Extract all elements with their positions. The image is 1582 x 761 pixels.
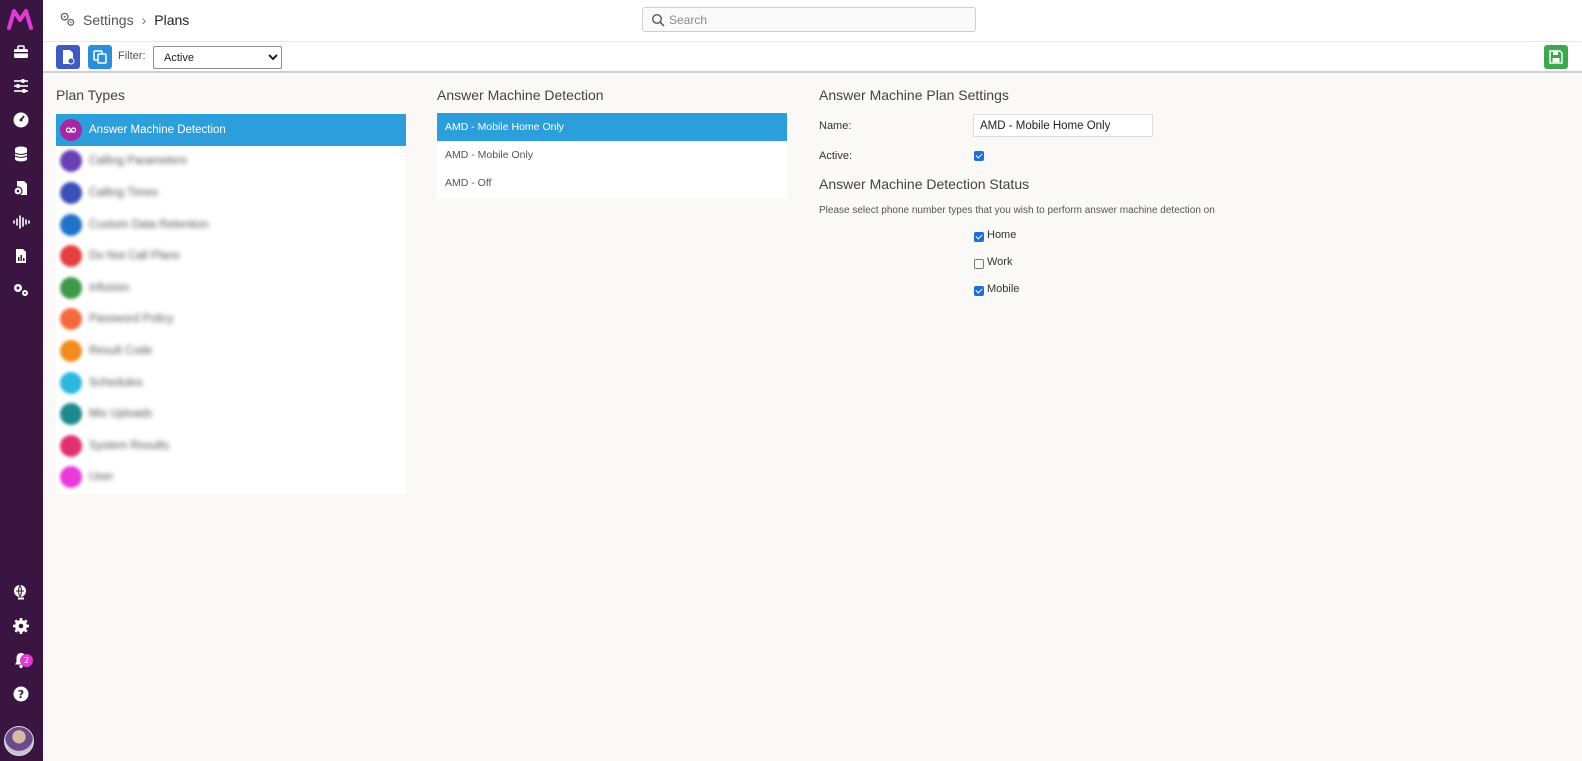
plan-type-label: Custom Data Retention	[89, 218, 209, 231]
toolbox-icon[interactable]	[10, 41, 32, 63]
home-checkbox[interactable]	[974, 232, 984, 242]
search-input[interactable]	[669, 11, 969, 29]
plan-type-label: User	[89, 471, 114, 484]
report-chart-icon[interactable]	[10, 245, 32, 267]
plan-type-label: Answer Machine Detection	[89, 123, 226, 136]
plan-type-label: Mix Uploads	[89, 408, 153, 421]
document-settings-icon[interactable]	[10, 177, 32, 199]
svg-text:?: ?	[18, 688, 24, 701]
plan-name-field[interactable]	[973, 114, 1153, 137]
plan-type-item[interactable]: Schedules	[56, 367, 406, 399]
toolbar: Filter: Active	[43, 42, 1582, 73]
plan-type-label: System Results	[89, 439, 169, 452]
plan-type-icon	[60, 339, 82, 362]
plan-type-icon	[60, 466, 82, 489]
database-icon[interactable]	[10, 143, 32, 165]
plan-type-item[interactable]: Mix Uploads	[56, 398, 406, 430]
new-plan-button[interactable]	[56, 45, 80, 69]
mobile-checkbox[interactable]	[974, 286, 984, 296]
plan-settings-title: Answer Machine Plan Settings	[819, 87, 1009, 103]
globe-user-icon[interactable]	[10, 581, 32, 603]
settings-gear-icon[interactable]	[10, 615, 32, 637]
plan-type-item[interactable]: System Results	[56, 430, 406, 462]
plan-type-item[interactable]: Password Policy	[56, 304, 406, 336]
new-document-icon	[63, 50, 75, 65]
work-checkbox[interactable]	[974, 259, 984, 269]
plan-type-icon	[60, 371, 82, 394]
plan-types-title: Plan Types	[56, 87, 126, 103]
plan-type-item[interactable]: Calling Times	[56, 177, 406, 209]
cogs-icon[interactable]	[10, 279, 32, 301]
audio-waveform-icon[interactable]	[10, 211, 32, 233]
plan-list-item[interactable]: AMD - Mobile Home Only	[437, 113, 787, 141]
plan-type-label: Calling Parameters	[89, 155, 187, 168]
top-header: Settings › Plans	[43, 0, 1582, 42]
plan-type-item[interactable]: Result Code	[56, 335, 406, 367]
plan-list-item[interactable]: AMD - Off	[437, 169, 787, 197]
plan-type-label: Calling Times	[89, 186, 159, 199]
left-nav-rail: 2 ?	[0, 0, 43, 761]
plan-type-item[interactable]: Do Not Call Plans	[56, 240, 406, 272]
plan-type-icon	[60, 213, 82, 236]
plan-type-item[interactable]: Answer Machine Detection	[56, 114, 406, 146]
active-checkbox[interactable]	[974, 151, 984, 161]
user-avatar[interactable]	[4, 726, 34, 756]
plan-type-icon	[60, 245, 82, 268]
plan-type-icon	[60, 276, 82, 299]
logo-icon	[7, 9, 33, 30]
plan-type-label: Password Policy	[89, 313, 174, 326]
amd-status-hint: Please select phone number types that yo…	[819, 205, 1215, 216]
settings-cogs-icon	[60, 12, 75, 26]
search-box[interactable]	[642, 7, 976, 32]
plan-type-item[interactable]: Calling Parameters	[56, 146, 406, 178]
active-label: Active:	[819, 150, 853, 162]
plans-column-title: Answer Machine Detection	[437, 87, 604, 103]
work-checkbox-label: Work	[987, 256, 1013, 268]
copy-icon	[93, 50, 107, 64]
notification-count-badge: 2	[20, 654, 33, 667]
plan-type-icon	[60, 434, 82, 457]
search-icon	[651, 13, 665, 27]
voicemail-icon	[60, 118, 82, 141]
plan-type-icon	[60, 181, 82, 204]
copy-plan-button[interactable]	[88, 45, 112, 69]
sliders-icon[interactable]	[10, 75, 32, 97]
save-floppy-icon	[1549, 50, 1563, 64]
breadcrumb: Settings › Plans	[59, 11, 189, 28]
dashboard-gauge-icon[interactable]	[10, 109, 32, 131]
filter-label: Filter:	[118, 50, 146, 62]
plan-type-label: Do Not Call Plans	[89, 250, 180, 263]
home-checkbox-label: Home	[987, 229, 1017, 241]
plan-type-item[interactable]: Infusion	[56, 272, 406, 304]
plan-type-label: Infusion	[89, 281, 130, 294]
plan-list-item[interactable]: AMD - Mobile Only	[437, 141, 787, 169]
plan-type-icon	[60, 150, 82, 173]
breadcrumb-settings-link[interactable]: Settings	[83, 12, 134, 28]
help-icon[interactable]: ?	[10, 683, 32, 705]
app-logo[interactable]	[7, 8, 37, 30]
plan-type-icon	[60, 308, 82, 331]
plan-types-list: Answer Machine Detection Calling Paramete…	[56, 114, 406, 494]
plan-type-label: Schedules	[89, 376, 143, 389]
name-label: Name:	[819, 120, 852, 132]
amd-status-title: Answer Machine Detection Status	[819, 176, 1030, 192]
filter-select[interactable]: Active	[153, 46, 282, 69]
breadcrumb-separator: ›	[141, 11, 147, 28]
plan-type-icon	[60, 403, 82, 426]
save-button[interactable]	[1544, 45, 1568, 69]
mobile-checkbox-label: Mobile	[987, 283, 1020, 295]
plan-type-item[interactable]: User	[56, 462, 406, 494]
breadcrumb-current-page: Plans	[154, 11, 190, 28]
plans-list: AMD - Mobile Home Only AMD - Mobile Only A…	[437, 113, 787, 198]
plan-type-label: Result Code	[89, 344, 153, 357]
plan-type-item[interactable]: Custom Data Retention	[56, 209, 406, 241]
